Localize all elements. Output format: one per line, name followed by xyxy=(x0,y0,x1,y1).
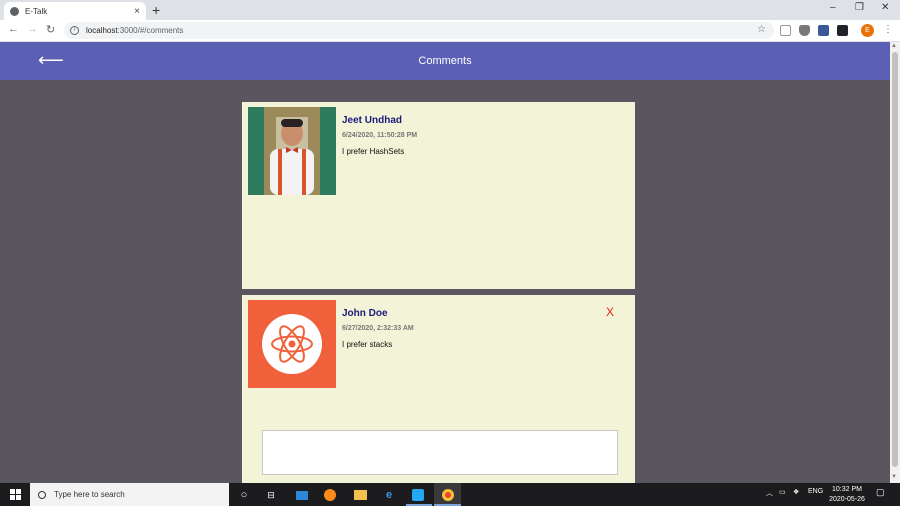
comment-card: John Doe 6/27/2020, 2:32:33 AM I prefer … xyxy=(242,295,635,483)
tab-close-icon[interactable]: × xyxy=(134,6,140,17)
facebook-extension-icon[interactable] xyxy=(818,25,829,36)
reload-icon[interactable]: ↻ xyxy=(46,23,55,36)
close-window-icon[interactable]: ✕ xyxy=(881,2,889,13)
url-path: :3000/#/comments xyxy=(117,26,184,35)
task-view-icon[interactable]: ⊟ xyxy=(263,487,279,503)
minimize-icon[interactable]: – xyxy=(830,2,836,13)
restore-icon[interactable]: ❐ xyxy=(855,2,864,13)
avatar xyxy=(248,300,336,388)
comment-date: 6/27/2020, 2:32:33 AM xyxy=(342,325,414,332)
shield-extension-icon[interactable] xyxy=(799,25,810,36)
language-indicator[interactable]: ENG xyxy=(808,488,823,495)
comment-card: Jeet Undhad 6/24/2020, 11:50:28 PM I pre… xyxy=(242,102,635,289)
edge-icon[interactable]: e xyxy=(381,487,397,503)
scroll-up-icon[interactable]: ▲ xyxy=(891,43,897,49)
firefox-icon[interactable] xyxy=(322,487,338,503)
comment-author: John Doe xyxy=(342,308,388,319)
clock-time: 10:32 PM xyxy=(832,486,862,493)
app-header: ⟵ Comments xyxy=(0,42,890,80)
windows-taskbar: Type here to search ○ ⊟ e ︿ ▭ ❖ ENG 10:3… xyxy=(0,483,900,506)
react-logo-icon xyxy=(262,314,322,374)
bookmark-star-icon[interactable]: ☆ xyxy=(757,24,766,35)
scroll-down-icon[interactable]: ▼ xyxy=(891,474,897,480)
search-placeholder: Type here to search xyxy=(54,490,125,499)
tab-title: E-Talk xyxy=(25,6,48,16)
taskbar-clock[interactable]: 10:32 PM 2020-05-26 xyxy=(826,485,868,505)
delete-comment-button[interactable]: X xyxy=(606,305,614,319)
page-title: Comments xyxy=(418,55,472,67)
mail-icon[interactable] xyxy=(294,487,310,503)
comment-author: Jeet Undhad xyxy=(342,115,403,126)
comment-date: 6/24/2020, 11:50:28 PM xyxy=(342,132,418,139)
clock-date: 2020-05-26 xyxy=(829,496,865,503)
back-nav-icon[interactable]: ← xyxy=(8,23,19,35)
address-bar[interactable]: i localhost:3000/#/comments xyxy=(64,22,774,39)
search-icon xyxy=(38,490,46,499)
taskbar-search[interactable]: Type here to search xyxy=(30,483,229,506)
forward-nav-icon[interactable]: → xyxy=(27,23,38,35)
comment-input[interactable] xyxy=(262,430,618,475)
vscode-icon[interactable] xyxy=(410,487,426,503)
browser-tab[interactable]: E-Talk × xyxy=(4,2,146,20)
chrome-icon[interactable] xyxy=(434,483,461,506)
browser-tab-strip: E-Talk × + – ❐ ✕ xyxy=(0,0,900,20)
tray-chevron-icon[interactable]: ︿ xyxy=(766,488,773,498)
scrollbar-thumb[interactable] xyxy=(892,52,898,467)
browser-menu-icon[interactable]: ⋮ xyxy=(883,24,893,35)
react-devtools-icon[interactable] xyxy=(837,25,848,36)
comment-text: I prefer stacks xyxy=(342,340,393,349)
globe-icon xyxy=(10,6,19,16)
file-explorer-icon[interactable] xyxy=(352,487,368,503)
comment-text: I prefer HashSets xyxy=(342,147,405,156)
avatar xyxy=(248,107,336,195)
battery-icon[interactable]: ▭ xyxy=(779,488,786,496)
url-host: localhost xyxy=(86,26,118,35)
new-tab-button[interactable]: + xyxy=(152,2,160,18)
notifications-icon[interactable]: ▢ xyxy=(876,487,885,498)
site-info-icon[interactable]: i xyxy=(70,26,79,35)
page-scrollbar[interactable]: ▲ ▼ xyxy=(890,42,900,483)
cortana-icon[interactable]: ○ xyxy=(236,487,252,503)
dropbox-icon[interactable]: ❖ xyxy=(793,488,799,496)
browser-toolbar: ← → ↻ i localhost:3000/#/comments ☆ E ⋮ xyxy=(0,20,900,42)
profile-avatar[interactable]: E xyxy=(861,24,874,37)
windows-start-icon[interactable] xyxy=(10,489,21,500)
extension-icon[interactable] xyxy=(780,25,791,36)
person-photo-icon xyxy=(248,107,336,195)
